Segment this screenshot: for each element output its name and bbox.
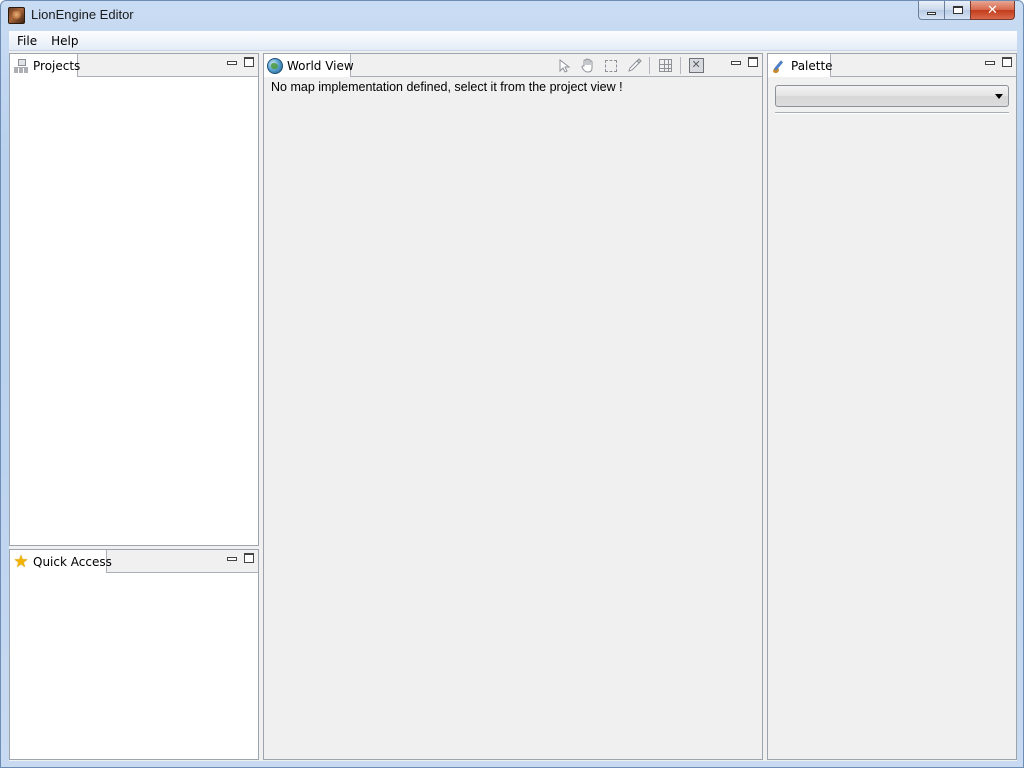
projects-panel: Projects [9, 53, 259, 546]
world-view-maximize-icon[interactable] [748, 57, 758, 67]
tab-quick-access[interactable]: ★ Quick Access [10, 550, 112, 573]
application-window: LionEngine Editor ✕ File Help Projects ★… [0, 0, 1024, 768]
tab-quick-access-label: Quick Access [33, 554, 112, 569]
quick-access-panel: ★ Quick Access [9, 549, 259, 760]
palette-divider [775, 112, 1009, 114]
world-view-tabstrip: World View [264, 54, 762, 77]
palette-body [768, 77, 1016, 759]
palette-minimize-icon[interactable] [985, 58, 995, 67]
world-view-toolbar [557, 57, 704, 74]
menu-file[interactable]: File [11, 32, 43, 50]
tab-world-view-label: World View [287, 58, 354, 73]
palette-maximize-icon[interactable] [1002, 57, 1012, 67]
toolbar-separator [649, 57, 650, 74]
tab-palette[interactable]: Palette [768, 54, 833, 77]
palette-panel-controls [985, 57, 1012, 67]
projects-panel-controls [227, 57, 254, 67]
picker-icon[interactable] [626, 58, 642, 74]
quick-access-maximize-icon[interactable] [244, 553, 254, 563]
projects-tree[interactable] [10, 77, 258, 545]
quick-access-tabstrip: ★ Quick Access [10, 550, 258, 573]
world-view-canvas[interactable]: No map implementation defined, select it… [264, 77, 762, 759]
world-view-panel: World View ✕ No map implementation defin… [263, 53, 763, 760]
projects-minimize-icon[interactable] [227, 58, 237, 67]
tab-palette-label: Palette [791, 58, 833, 73]
workbench: Projects ★ Quick Access World View ✕ No … [9, 51, 1017, 761]
projects-tree-icon [13, 58, 29, 74]
brush-icon [771, 58, 787, 74]
maximize-button[interactable] [944, 1, 970, 20]
close-icon: ✕ [987, 2, 998, 18]
hand-icon[interactable] [580, 58, 596, 74]
quick-access-list[interactable] [10, 573, 258, 759]
tab-world-view[interactable]: World View [264, 54, 354, 77]
window-title: LionEngine Editor [31, 7, 134, 22]
select-icon[interactable] [603, 58, 619, 74]
quick-access-minimize-icon[interactable] [227, 554, 237, 563]
maximize-icon [952, 6, 963, 14]
menu-bar: File Help [9, 31, 1017, 51]
caption-buttons: ✕ [918, 1, 1015, 21]
lion-icon [8, 7, 25, 24]
close-button[interactable]: ✕ [970, 1, 1015, 20]
palette-panel: Palette [767, 53, 1017, 760]
projects-tabstrip: Projects [10, 54, 258, 77]
title-bar[interactable]: LionEngine Editor ✕ [1, 1, 1023, 30]
minimize-icon [927, 11, 936, 15]
palette-combo[interactable] [775, 85, 1009, 107]
world-view-minimize-icon[interactable] [731, 58, 741, 67]
star-icon: ★ [13, 551, 29, 572]
tab-projects[interactable]: Projects [10, 54, 81, 77]
world-view-panel-controls [731, 57, 758, 67]
layer-icon[interactable] [688, 58, 704, 74]
grid-icon[interactable] [657, 58, 673, 74]
tab-projects-label: Projects [33, 58, 81, 73]
projects-maximize-icon[interactable] [244, 57, 254, 67]
menu-help[interactable]: Help [45, 32, 84, 50]
globe-icon [267, 57, 283, 74]
world-view-message: No map implementation defined, select it… [271, 80, 623, 94]
toolbar-separator [680, 57, 681, 74]
chevron-down-icon [995, 94, 1003, 99]
pointer-icon[interactable] [557, 58, 573, 74]
minimize-button[interactable] [918, 1, 944, 20]
palette-tabstrip: Palette [768, 54, 1016, 77]
quick-access-panel-controls [227, 553, 254, 563]
